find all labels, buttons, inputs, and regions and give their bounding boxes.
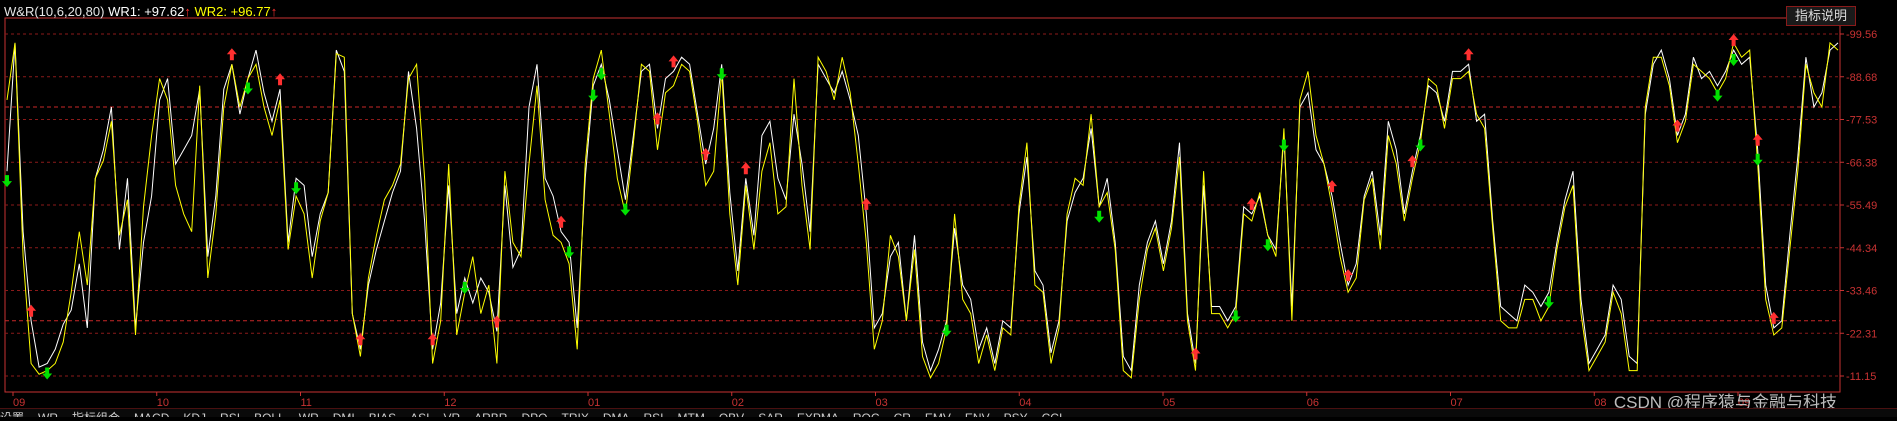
sell-signal-icon (226, 48, 237, 61)
y-tick-label: -88.68 (1846, 72, 1877, 84)
sell-signal-icon (1768, 311, 1779, 324)
indicator-help-button[interactable]: 指标说明 (1786, 6, 1857, 26)
chart-canvas: -99.56 -88.68 -77.53 -66.38 -55.49 -44.34 -33.… (2, 17, 1877, 409)
wr1-value: +97.62 (144, 4, 185, 19)
buy-signal-icon (1094, 210, 1105, 223)
buy-signal-icon (291, 182, 302, 195)
wr2-arrow-icon: ↑ (270, 4, 278, 19)
wr2-label: WR2: (194, 4, 227, 19)
buy-signal-icon (1712, 89, 1723, 102)
sell-signal-icon (740, 162, 751, 175)
y-tick-label: -99.56 (1846, 29, 1877, 41)
y-tick-label: -22.31 (1846, 328, 1877, 340)
buy-signal-icon (1278, 139, 1289, 152)
sell-signal-icon (1343, 269, 1354, 282)
buy-signal-icon (716, 68, 727, 81)
indicator-header: W&R(10,6,20,80) WR1: +97.62↑ WR2: +96.77… (4, 4, 277, 19)
y-tick-label: -55.49 (1846, 200, 1877, 212)
indicator-title: W&R(10,6,20,80) (4, 4, 105, 19)
sell-signal-icon (1752, 133, 1763, 146)
y-tick-label: -66.38 (1846, 157, 1877, 169)
buy-signal-icon (1752, 153, 1763, 166)
y-tick-label: -44.34 (1846, 243, 1877, 255)
wr1-label: WR1: (108, 4, 141, 19)
y-tick-label: -33.46 (1846, 286, 1877, 298)
wr1-arrow-icon: ↑ (184, 4, 191, 19)
buy-signal-icon (42, 367, 53, 380)
buy-signal-icon (2, 175, 12, 188)
wr2-value: +96.77 (230, 4, 271, 19)
buy-signal-icon (588, 89, 599, 102)
sell-signal-icon (275, 73, 286, 86)
y-tick-label: -77.53 (1846, 115, 1877, 127)
series-wr1 (6, 42, 1839, 373)
sell-signal-icon (1463, 48, 1474, 61)
buy-signal-icon (620, 203, 631, 216)
wr-chart[interactable]: -99.56 -88.68 -77.53 -66.38 -55.49 -44.34 -33.… (0, 0, 1897, 416)
sell-signal-icon (1728, 34, 1739, 47)
y-tick-label: -11.15 (1846, 371, 1876, 383)
